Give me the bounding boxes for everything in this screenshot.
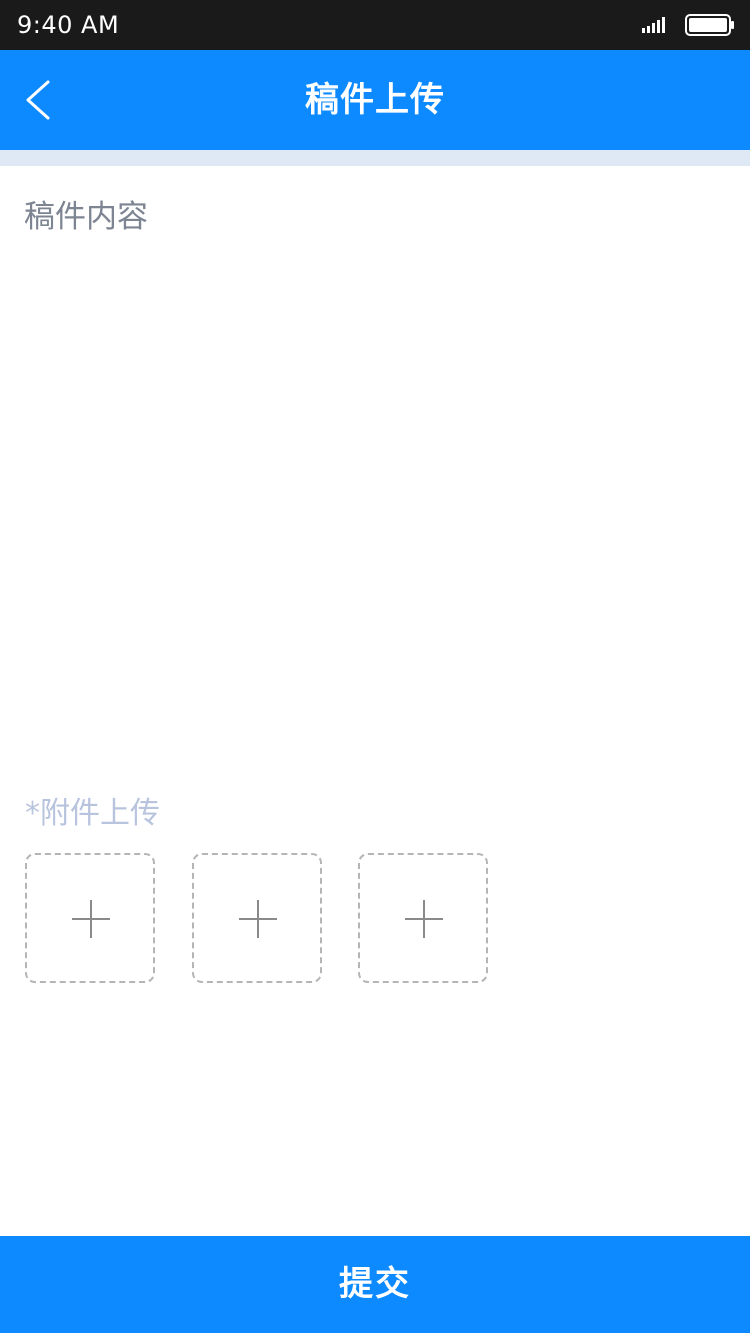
attachment-upload-slot-3[interactable] bbox=[358, 853, 488, 983]
plus-icon bbox=[405, 900, 443, 938]
status-bar: 9:40 AM bbox=[0, 0, 750, 50]
back-button[interactable] bbox=[18, 76, 62, 124]
manuscript-content-input[interactable] bbox=[24, 196, 724, 736]
attachment-upload-slot-1[interactable] bbox=[25, 853, 155, 983]
battery-icon bbox=[685, 14, 734, 36]
chevron-left-icon bbox=[26, 80, 50, 120]
plus-icon bbox=[239, 900, 277, 938]
section-divider bbox=[0, 150, 750, 166]
attachment-label: *附件上传 bbox=[25, 796, 160, 831]
plus-icon bbox=[72, 900, 110, 938]
nav-bar: 稿件上传 bbox=[0, 50, 750, 150]
status-time: 9:40 AM bbox=[17, 11, 120, 39]
submit-button[interactable]: 提交 bbox=[0, 1236, 750, 1333]
attachment-upload-slot-2[interactable] bbox=[192, 853, 322, 983]
content-area bbox=[0, 166, 750, 766]
signal-icon bbox=[642, 17, 665, 33]
upload-manuscript-screen: 9:40 AM 稿件上传 *附件上传 bbox=[0, 0, 750, 1333]
page-title: 稿件上传 bbox=[305, 80, 445, 120]
